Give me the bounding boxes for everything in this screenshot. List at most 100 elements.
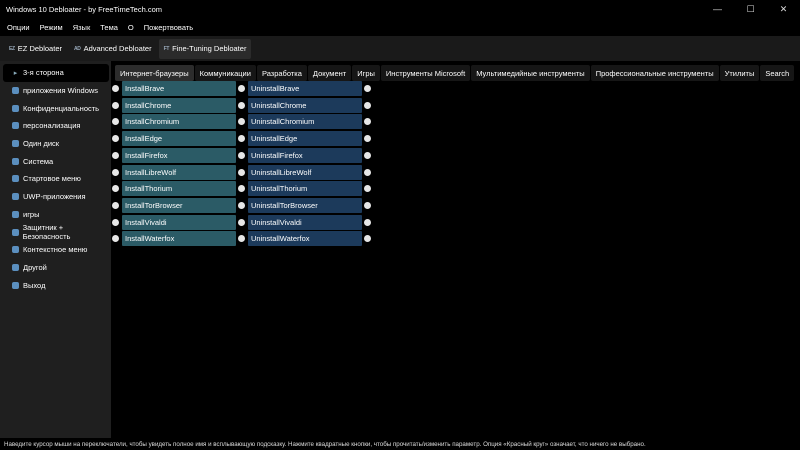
tab-multimedia-tools[interactable]: Мультимедийные инструменты <box>471 65 590 81</box>
middle-radio[interactable] <box>238 101 245 109</box>
install-radio[interactable] <box>112 151 119 159</box>
sidebar-item-third-party[interactable]: ▸ 3-я сторона <box>3 64 109 82</box>
install-radio[interactable] <box>112 135 119 143</box>
mode-tab-ez[interactable]: EZ EZ Debloater <box>4 39 67 59</box>
onedrive-icon <box>11 139 20 148</box>
main-content: Интернет-браузеры Коммуникации Разработк… <box>111 61 800 438</box>
sidebar-item-windows-apps[interactable]: приложения Windows <box>3 82 109 100</box>
install-button[interactable]: InstallChromium <box>122 114 236 130</box>
uninstall-button[interactable]: UninstallChromium <box>248 114 362 130</box>
middle-radio[interactable] <box>238 151 245 159</box>
other-icon <box>11 263 20 272</box>
tab-search[interactable]: Search <box>760 65 795 81</box>
uninstall-button[interactable]: UninstallWaterfox <box>248 231 362 247</box>
tab-development[interactable]: Разработка <box>256 65 307 81</box>
uninstall-button[interactable]: UninstallVivaldi <box>248 214 362 230</box>
uninstall-button[interactable]: UninstallThorium <box>248 181 362 197</box>
sidebar-item-label: UWP-приложения <box>23 192 86 202</box>
install-radio[interactable] <box>112 201 119 209</box>
middle-radio[interactable] <box>238 218 245 226</box>
start-menu-icon <box>11 174 20 183</box>
install-button[interactable]: InstallBrave <box>122 81 236 96</box>
sidebar-item-other[interactable]: Другой <box>3 259 109 277</box>
personalization-icon <box>11 121 20 130</box>
install-radio[interactable] <box>112 218 119 226</box>
uninstall-radio[interactable] <box>364 201 371 209</box>
sidebar-item-start-menu[interactable]: Стартовое меню <box>3 170 109 188</box>
sidebar-item-privacy[interactable]: Конфиденциальность <box>3 99 109 117</box>
mode-tab-fine-tuning[interactable]: FT Fine-Tuning Debloater <box>158 38 252 59</box>
games-icon <box>11 210 20 219</box>
sidebar-item-label: Один диск <box>23 139 60 149</box>
tab-document[interactable]: Документ <box>307 65 352 81</box>
install-button[interactable]: InstallWaterfox <box>122 231 236 247</box>
middle-radio[interactable] <box>238 185 245 193</box>
minimize-button[interactable]: — <box>701 0 734 18</box>
install-button[interactable]: InstallTorBrowser <box>122 197 236 213</box>
install-button[interactable]: InstallChrome <box>122 97 236 113</box>
sidebar-item-games[interactable]: игры <box>3 206 109 224</box>
menu-language[interactable]: Язык <box>69 23 95 32</box>
tab-utilities[interactable]: Утилиты <box>719 65 760 81</box>
uninstall-button[interactable]: UninstallBrave <box>248 81 362 96</box>
uninstall-button[interactable]: UninstallLibreWolf <box>248 164 362 180</box>
middle-radio[interactable] <box>238 118 245 126</box>
install-radio[interactable] <box>112 85 119 92</box>
maximize-button[interactable]: ☐ <box>734 0 767 18</box>
install-radio[interactable] <box>112 235 119 243</box>
tab-microsoft-tools[interactable]: Инструменты Microsoft <box>380 65 471 81</box>
install-radio[interactable] <box>112 185 119 193</box>
install-radio[interactable] <box>112 101 119 109</box>
uninstall-radio[interactable] <box>364 151 371 159</box>
uninstall-radio[interactable] <box>364 135 371 143</box>
menu-about[interactable]: О <box>124 23 138 32</box>
install-button[interactable]: InstallFirefox <box>122 147 236 163</box>
uninstall-radio[interactable] <box>364 218 371 226</box>
uninstall-radio[interactable] <box>364 101 371 109</box>
mode-tab-label: Advanced Debloater <box>83 44 152 53</box>
uninstall-button[interactable]: UninstallChrome <box>248 97 362 113</box>
middle-radio[interactable] <box>238 85 245 92</box>
window-title: Windows 10 Debloater - by FreeTimeTech.c… <box>6 4 163 14</box>
tab-professional-tools[interactable]: Профессиональные инструменты <box>590 65 719 81</box>
install-button[interactable]: InstallVivaldi <box>122 214 236 230</box>
install-radio[interactable] <box>112 168 119 176</box>
middle-radio[interactable] <box>238 235 245 243</box>
menu-options[interactable]: Опции <box>3 23 34 32</box>
mode-tab-advanced[interactable]: AD Advanced Debloater <box>69 39 157 59</box>
uninstall-button[interactable]: UninstallFirefox <box>248 147 362 163</box>
install-button[interactable]: InstallThorium <box>122 181 236 197</box>
uninstall-radio[interactable] <box>364 168 371 176</box>
menu-mode[interactable]: Режим <box>36 23 67 32</box>
sidebar-item-system[interactable]: Система <box>3 152 109 170</box>
install-button[interactable]: InstallLibreWolf <box>122 164 236 180</box>
install-radio[interactable] <box>112 118 119 126</box>
sidebar-item-exit[interactable]: Выход <box>3 276 109 294</box>
middle-radio[interactable] <box>238 135 245 143</box>
sidebar-item-defender[interactable]: Защитник + Безопасность <box>3 223 109 241</box>
sidebar-item-onedrive[interactable]: Один диск <box>3 135 109 153</box>
menu-donate[interactable]: Пожертвовать <box>140 23 197 32</box>
uninstall-radio[interactable] <box>364 185 371 193</box>
exit-icon <box>11 281 20 290</box>
ez-icon: EZ <box>9 45 15 52</box>
middle-radio[interactable] <box>238 168 245 176</box>
tab-games[interactable]: Игры <box>352 65 380 81</box>
menu-theme[interactable]: Тема <box>96 23 122 32</box>
sidebar-item-uwp-apps[interactable]: UWP-приложения <box>3 188 109 206</box>
sidebar-item-label: 3-я сторона <box>23 68 64 78</box>
tab-communications[interactable]: Коммуникации <box>194 65 256 81</box>
uninstall-radio[interactable] <box>364 235 371 243</box>
sidebar-item-label: Конфиденциальность <box>23 103 100 113</box>
uninstall-button[interactable]: UninstallTorBrowser <box>248 197 362 213</box>
uninstall-button[interactable]: UninstallEdge <box>248 131 362 147</box>
middle-radio[interactable] <box>238 201 245 209</box>
close-button[interactable]: ✕ <box>767 0 800 18</box>
install-button[interactable]: InstallEdge <box>122 131 236 147</box>
uninstall-radio[interactable] <box>364 85 371 92</box>
uninstall-radio[interactable] <box>364 118 371 126</box>
sidebar-item-context-menu[interactable]: Контекстное меню <box>3 241 109 259</box>
mode-tab-label: Fine-Tuning Debloater <box>172 44 247 53</box>
tab-browsers[interactable]: Интернет-браузеры <box>115 65 194 81</box>
sidebar-item-personalization[interactable]: персонализация <box>3 117 109 135</box>
